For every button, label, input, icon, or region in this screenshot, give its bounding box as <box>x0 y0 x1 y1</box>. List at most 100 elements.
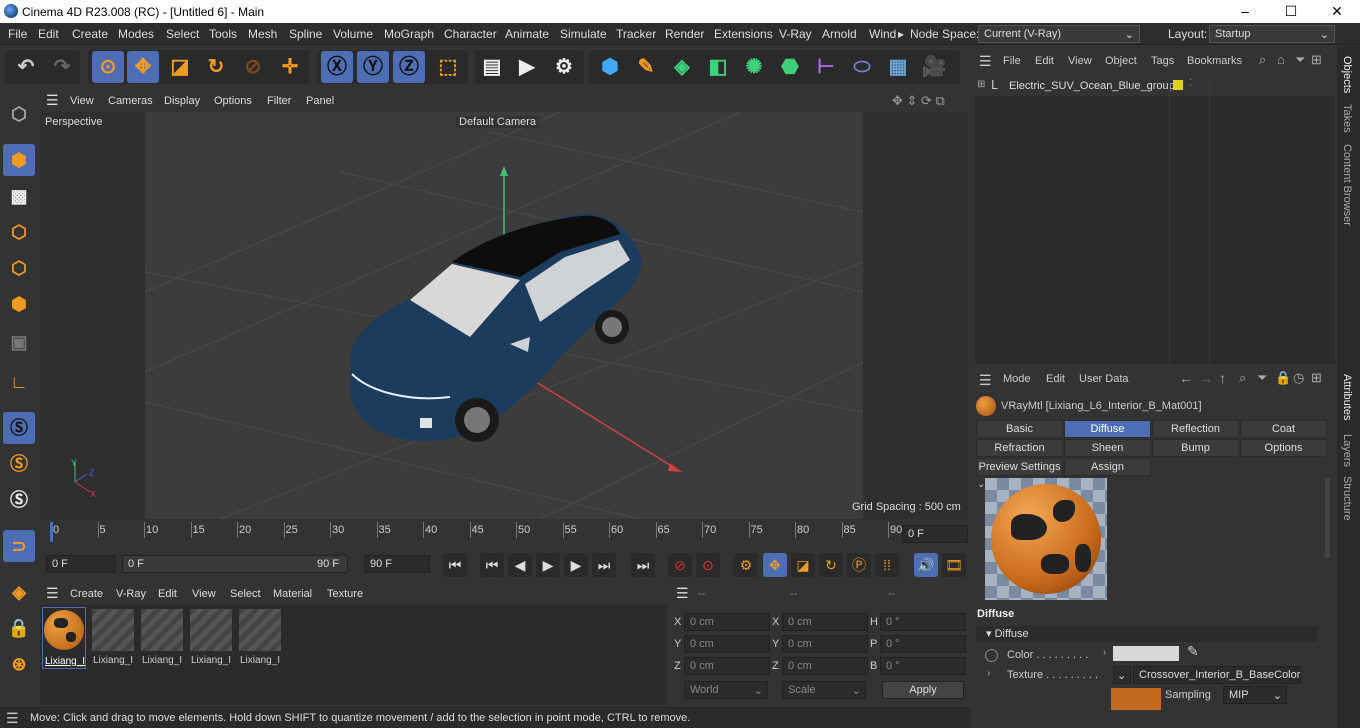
material-item[interactable]: Lixiang_I <box>238 607 282 669</box>
scrollbar[interactable] <box>1325 478 1330 558</box>
home-icon[interactable]: ⌂ <box>1277 52 1285 67</box>
redo-icon[interactable]: ↷ <box>46 51 78 83</box>
tab-sheen[interactable]: Sheen <box>1064 439 1151 457</box>
hamburger-icon[interactable]: ☰ <box>979 372 992 389</box>
coordinate-system-icon[interactable]: ⬚ <box>432 51 464 83</box>
timeline-ruler[interactable]: 0 5 10 15 20 25 30 35 40 45 50 55 60 65 70 75 80 85 90 0 F <box>40 520 970 550</box>
visibility-dots-icon[interactable]: ⁚ <box>1189 78 1192 89</box>
attr-menu-edit[interactable]: Edit <box>1046 373 1065 385</box>
viewport-nav-icons[interactable]: ✥ ⇕ ⟳ ⧉ <box>892 93 945 109</box>
mat-menu-texture[interactable]: Texture <box>327 588 363 600</box>
planar-icon[interactable]: ⊛ <box>3 648 35 680</box>
suv-model[interactable] <box>349 213 642 442</box>
tab-diffuse[interactable]: Diffuse <box>1064 420 1151 438</box>
pos-x-field[interactable]: 0 cm <box>684 613 770 631</box>
camera-label[interactable]: Default Camera <box>456 116 540 128</box>
frame-range-slider[interactable]: 0 F 90 F <box>122 555 348 573</box>
material-preview[interactable] <box>985 478 1107 600</box>
menu-select[interactable]: Select <box>166 27 199 41</box>
select-tool-icon[interactable]: ⊙ <box>92 51 124 83</box>
key-param-icon[interactable]: Ⓟ <box>847 553 871 577</box>
axis-mode-icon[interactable]: ∟ <box>3 366 35 398</box>
mat-menu-edit[interactable]: Edit <box>158 588 177 600</box>
undo-icon[interactable]: ↶ <box>10 51 42 83</box>
texture-field[interactable]: Crossover_Interior_B_BaseColor.p <box>1133 666 1301 684</box>
menu-simulate[interactable]: Simulate <box>560 27 607 41</box>
menu-create[interactable]: Create <box>72 27 108 41</box>
apply-button[interactable]: Apply <box>882 681 964 699</box>
expand-arrow-icon[interactable]: › <box>987 668 990 679</box>
size-z-field[interactable]: 0 cm <box>782 657 868 675</box>
model-mode-icon[interactable]: ⬢ <box>3 144 35 176</box>
film-icon[interactable]: 🎞 <box>942 553 966 577</box>
search-icon[interactable]: ⌕ <box>1259 52 1266 68</box>
tab-preview-settings[interactable]: Preview Settings <box>976 458 1063 476</box>
forward-arrow-icon[interactable]: → <box>1199 370 1213 386</box>
close-button[interactable]: ✕ <box>1314 0 1360 23</box>
obj-menu-file[interactable]: File <box>1003 55 1021 67</box>
diffuse-group-header[interactable]: ▾ Diffuse <box>976 626 1318 642</box>
camera-icon[interactable]: 🎥 <box>918 51 950 83</box>
magnet-icon[interactable]: ⊃ <box>3 530 35 562</box>
side-tab-layers[interactable]: Layers <box>1341 434 1353 467</box>
prev-key-icon[interactable]: ⏮ <box>480 553 504 577</box>
expand-icon[interactable]: ⊞ <box>977 79 985 90</box>
attr-menu-userdata[interactable]: User Data <box>1079 373 1129 385</box>
world-select[interactable]: World ⌄ <box>684 681 768 699</box>
lock-workplane-icon[interactable]: 🔒 <box>3 612 35 644</box>
filter-icon[interactable]: ⏷ <box>1257 370 1267 386</box>
x-gizmo-arrow[interactable] <box>519 371 679 471</box>
menu-arnold[interactable]: Arnold <box>822 27 857 41</box>
size-x-field[interactable]: 0 cm <box>782 613 868 631</box>
key-pla-icon[interactable]: ⁞⁞ <box>875 553 899 577</box>
start-frame-field[interactable]: 0 F <box>46 555 116 573</box>
tree-row[interactable]: ⊞ ᒪ Electric_SUV_Ocean_Blue_group ⁚ <box>975 76 1335 96</box>
expand-arrow-icon[interactable]: › <box>1103 647 1106 658</box>
goto-start-icon[interactable]: ⏮ <box>443 553 467 577</box>
deformer-icon[interactable]: ⊢ <box>810 51 842 83</box>
layout-select[interactable]: Startup ⌄ <box>1209 25 1335 43</box>
maximize-button[interactable]: ☐ <box>1268 0 1314 23</box>
uv-mode-icon[interactable]: ▣ <box>3 326 35 358</box>
workplane-icon[interactable]: ◈ <box>3 576 35 608</box>
edges-mode-icon[interactable]: ⬡ <box>3 252 35 284</box>
snap-icon[interactable]: Ⓢ <box>3 412 35 444</box>
key-selection-icon[interactable]: ⚙ <box>734 553 758 577</box>
side-tab-attributes[interactable]: Attributes <box>1341 374 1353 420</box>
menu-mograph[interactable]: MoGraph <box>384 27 434 41</box>
rot-p-field[interactable]: 0 ° <box>880 635 966 653</box>
material-item[interactable]: Lixiang_I <box>189 607 233 669</box>
back-arrow-icon[interactable]: ← <box>1179 370 1193 386</box>
menu-vray[interactable]: V-Ray <box>779 27 812 41</box>
color-swatch[interactable] <box>1113 646 1179 661</box>
viewport-menu-view[interactable]: View <box>70 95 94 107</box>
menu-tracker[interactable]: Tracker <box>616 27 656 41</box>
hamburger-icon[interactable]: ☰ <box>46 585 59 602</box>
autokey-icon[interactable]: ⊙ <box>696 553 720 577</box>
subdivision-icon[interactable]: ◈ <box>666 51 698 83</box>
menu-mesh[interactable]: Mesh <box>248 27 277 41</box>
menu-spline[interactable]: Spline <box>289 27 322 41</box>
hamburger-icon[interactable]: ☰ <box>676 585 689 602</box>
tab-coat[interactable]: Coat <box>1240 420 1327 438</box>
pen-icon[interactable]: ✎ <box>630 51 662 83</box>
object-name[interactable]: Electric_SUV_Ocean_Blue_group <box>1009 80 1175 92</box>
attr-menu-mode[interactable]: Mode <box>1003 373 1031 385</box>
tab-reflection[interactable]: Reflection <box>1152 420 1239 438</box>
viewport-menu-panel[interactable]: Panel <box>306 95 334 107</box>
hamburger-icon[interactable]: ☰ <box>979 53 992 70</box>
obj-menu-edit[interactable]: Edit <box>1035 55 1054 67</box>
viewport[interactable]: Perspective Default Camera Grid Spacing … <box>40 112 968 519</box>
menu-character[interactable]: Character <box>444 27 497 41</box>
prev-frame-icon[interactable]: ◀ <box>508 553 532 577</box>
live-select-icon[interactable]: ✛ <box>274 51 306 83</box>
polygons-mode-icon[interactable]: ⬢ <box>3 288 35 320</box>
node-space-select[interactable]: Current (V-Ray) ⌄ <box>978 25 1140 43</box>
mat-menu-select[interactable]: Select <box>230 588 261 600</box>
extrude-icon[interactable]: ◧ <box>702 51 734 83</box>
history-icon[interactable]: ◷ <box>1293 370 1304 386</box>
new-panel-icon[interactable]: ⊞ <box>1311 52 1322 68</box>
minimize-button[interactable]: – <box>1222 0 1268 23</box>
next-frame-icon[interactable]: ▶ <box>564 553 588 577</box>
menu-animate[interactable]: Animate <box>505 27 549 41</box>
